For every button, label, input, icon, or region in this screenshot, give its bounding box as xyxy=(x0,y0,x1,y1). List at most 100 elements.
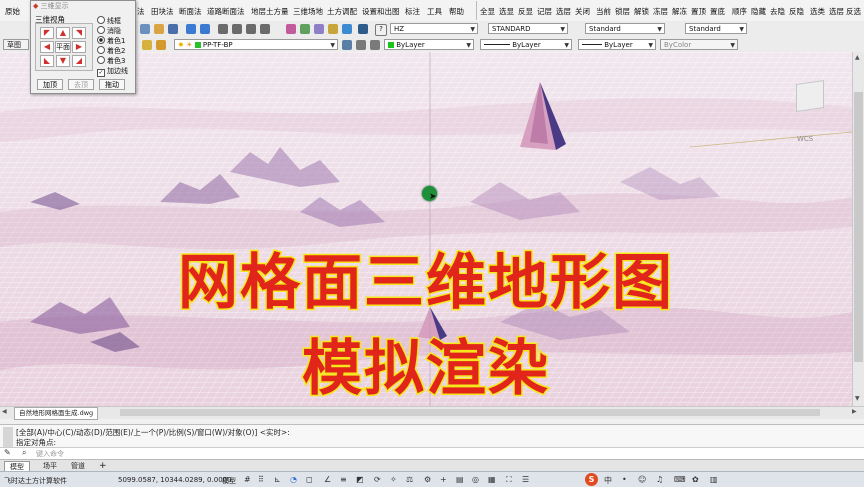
mode-shade1[interactable]: 着色1 xyxy=(97,36,125,46)
tool-unlock[interactable]: 解锁 xyxy=(634,6,649,17)
command-line[interactable]: ✎ ⌕ 键入命令 xyxy=(0,447,864,459)
plan-view-button[interactable]: 平面 xyxy=(55,41,71,53)
menu-item-field-block[interactable]: 田块法 xyxy=(151,6,174,17)
menu-item-settings-output[interactable]: 设置和出图 xyxy=(362,6,400,17)
drawing-file-tab[interactable]: 自然地形网格面生成.dwg xyxy=(14,407,99,420)
punctuation-icon[interactable]: • xyxy=(622,475,627,484)
multileader-style-select[interactable]: Standard ▼ xyxy=(685,23,747,34)
open-icon[interactable] xyxy=(154,24,164,34)
tool-invert-select[interactable]: 反选 xyxy=(846,6,861,17)
command-grip[interactable] xyxy=(3,427,13,447)
scroll-thumb[interactable] xyxy=(854,92,863,362)
view-s-button[interactable]: ▼ xyxy=(56,55,70,67)
tab-pipeline[interactable]: 管道 xyxy=(66,461,90,471)
tool-unhide[interactable]: 去隐 xyxy=(770,6,785,17)
scroll-up-icon[interactable]: ▲ xyxy=(855,54,860,61)
markup-icon[interactable] xyxy=(342,24,352,34)
layer-previous-icon[interactable] xyxy=(356,40,366,50)
add-top-button[interactable]: 加顶 xyxy=(37,79,63,90)
layer-match-icon[interactable] xyxy=(370,40,380,50)
sheet-set-icon[interactable] xyxy=(328,24,338,34)
mode-wireframe[interactable]: 线框 xyxy=(97,16,121,26)
view-e-button[interactable]: ▶ xyxy=(72,41,86,53)
tool-lock-layer[interactable]: 锁层 xyxy=(615,6,630,17)
text-style-select[interactable]: HZ ▼ xyxy=(390,23,478,34)
wrench-icon[interactable]: ✎ xyxy=(4,448,11,457)
view-n-button[interactable]: ▲ xyxy=(56,27,70,39)
layer-manager-icon[interactable] xyxy=(142,40,152,50)
lineweight-select[interactable]: ByLayer ▼ xyxy=(578,39,656,50)
layer-select[interactable]: ✸ ☀ PP-TF-BP ▼ xyxy=(174,39,338,50)
model-space-toggle[interactable]: 模型 xyxy=(222,476,236,486)
tool-thaw[interactable]: 解冻 xyxy=(672,6,687,17)
mode-hidden[interactable]: 消隐 xyxy=(97,26,121,36)
zoom-window-icon[interactable] xyxy=(246,24,256,34)
isolate-icon[interactable]: ◎ xyxy=(472,475,479,484)
add-edge-checkbox[interactable]: ✓ 加边线 xyxy=(97,66,128,77)
skin-icon[interactable]: ✿ xyxy=(692,475,699,484)
add-layout-icon[interactable]: + xyxy=(94,461,112,471)
customize-icon[interactable]: ☰ xyxy=(522,475,529,484)
tool-bring-top[interactable]: 置顶 xyxy=(691,6,706,17)
make-current-icon[interactable] xyxy=(342,40,352,50)
color-select[interactable]: ByLayer ▼ xyxy=(384,39,474,50)
menu-item-stratum[interactable]: 地层土方量 xyxy=(251,6,289,17)
polar-icon[interactable]: ◔ xyxy=(290,475,297,484)
snap-icon[interactable]: ⠿ xyxy=(258,475,264,484)
help-icon[interactable]: ? xyxy=(375,24,387,36)
tool-order[interactable]: 顺序 xyxy=(732,6,747,17)
view-se-button[interactable]: ◢ xyxy=(72,55,86,67)
redo-icon[interactable] xyxy=(200,24,210,34)
dim-style-select[interactable]: STANDARD ▼ xyxy=(488,23,568,34)
grid-icon[interactable]: # xyxy=(244,475,251,484)
pan-icon[interactable] xyxy=(218,24,228,34)
drag-button[interactable]: 拖动 xyxy=(99,79,125,90)
drawing-viewport[interactable]: ➤ WCS 网格面三维地形图 模拟渲染 xyxy=(0,52,852,406)
quick-properties-icon[interactable]: ▤ xyxy=(456,475,464,484)
tool-close[interactable]: 关闭 xyxy=(575,6,590,17)
clean-screen-icon[interactable]: ⛶ xyxy=(506,475,512,485)
plotstyle-select[interactable]: ByColor ▼ xyxy=(660,39,738,50)
tab-site-leveling[interactable]: 场平 xyxy=(38,461,62,471)
menu-item-section[interactable]: 断面法 xyxy=(179,6,202,17)
properties-icon[interactable] xyxy=(286,24,296,34)
selection-cycle-icon[interactable]: ⟳ xyxy=(374,475,381,484)
tool-send-bottom[interactable]: 置底 xyxy=(710,6,725,17)
annotation-icon[interactable]: ✧ xyxy=(390,475,397,484)
view-nw-button[interactable]: ◤ xyxy=(40,27,54,39)
workspace-select[interactable]: 草图 xyxy=(3,39,29,50)
linetype-select[interactable]: ByLayer ▼ xyxy=(480,39,572,50)
lineweight-icon[interactable]: ≡ xyxy=(340,475,347,484)
view-sw-button[interactable]: ◣ xyxy=(40,55,54,67)
scale-icon[interactable]: ⚖ xyxy=(406,475,413,484)
hardware-icon[interactable]: ▦ xyxy=(488,475,496,484)
tool-record-layer[interactable]: 记层 xyxy=(537,6,552,17)
tool-palette-icon[interactable] xyxy=(314,24,324,34)
tool-show-all[interactable]: 全显 xyxy=(480,6,495,17)
menu-item-earth-allocation[interactable]: 土方调配 xyxy=(327,6,357,17)
voice-icon[interactable]: ♫ xyxy=(656,475,663,484)
transparency-icon[interactable]: ◩ xyxy=(356,475,364,484)
tool-hide[interactable]: 隐藏 xyxy=(751,6,766,17)
scroll-down-icon[interactable]: ▼ xyxy=(855,395,860,402)
menu-item-help[interactable]: 帮助 xyxy=(449,6,464,17)
viewcube[interactable] xyxy=(796,80,824,112)
calculator-icon[interactable] xyxy=(358,24,368,34)
tool-current[interactable]: 当前 xyxy=(596,6,611,17)
menu-item-original[interactable]: 原始 xyxy=(5,6,20,17)
tool-select-show[interactable]: 选显 xyxy=(499,6,514,17)
new-icon[interactable] xyxy=(140,24,150,34)
tool-select-type[interactable]: 选类 xyxy=(810,6,825,17)
zoom-previous-icon[interactable] xyxy=(260,24,270,34)
menu-item-annotation[interactable]: 标注 xyxy=(405,6,420,17)
units-icon[interactable]: + xyxy=(440,475,447,484)
layer-state-icon[interactable] xyxy=(156,40,166,50)
remove-top-button[interactable]: 去顶 xyxy=(68,79,94,90)
table-style-select[interactable]: Standard ▼ xyxy=(585,23,665,34)
tool-freeze[interactable]: 冻层 xyxy=(653,6,668,17)
tool-select-layer[interactable]: 选层 xyxy=(556,6,571,17)
wcs-label[interactable]: WCS xyxy=(797,135,813,143)
input-method-icon[interactable]: S xyxy=(585,473,598,486)
undo-icon[interactable] xyxy=(186,24,196,34)
view-ne-button[interactable]: ◥ xyxy=(72,27,86,39)
